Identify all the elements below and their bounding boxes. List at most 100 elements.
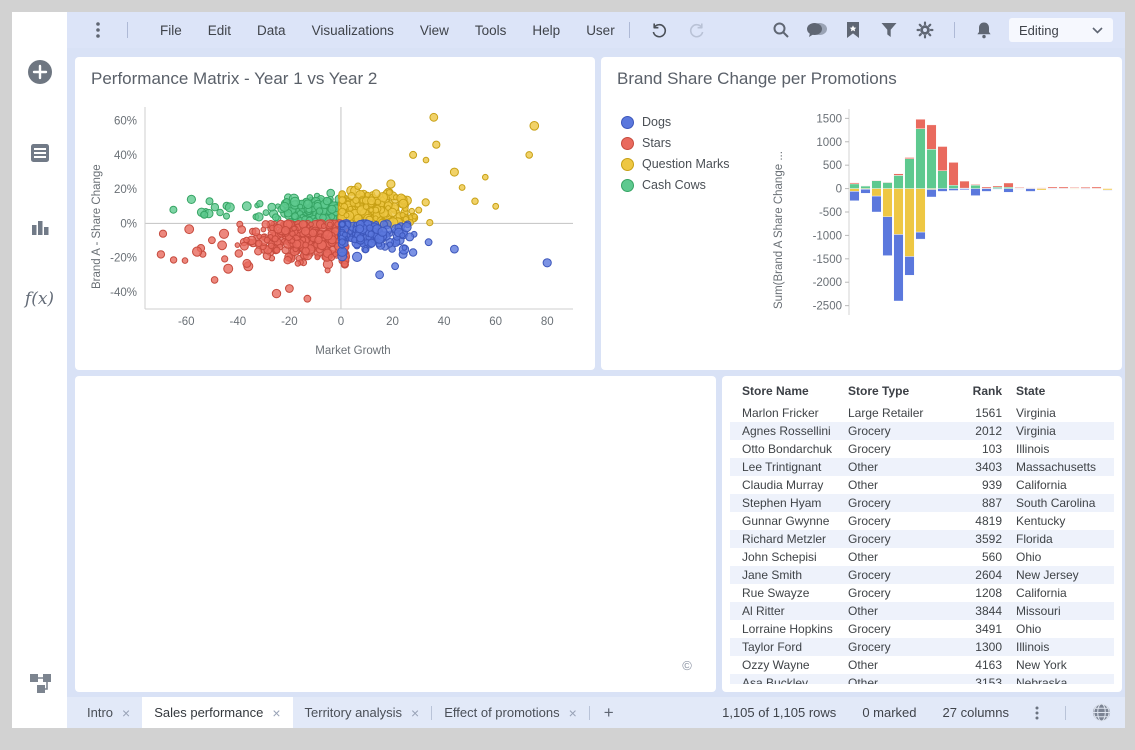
table-row[interactable]: Otto BondarchukGrocery103Illinois bbox=[730, 440, 1114, 458]
gear-icon[interactable] bbox=[910, 17, 940, 43]
cell-name: Jane Smith bbox=[730, 568, 848, 582]
cell-state: New Jersey bbox=[1002, 568, 1114, 582]
column-count: 27 columns bbox=[943, 705, 1009, 720]
tab-territory-analysis[interactable]: Territory analysis × bbox=[293, 697, 432, 728]
table-row[interactable]: John SchepisiOther560Ohio bbox=[730, 548, 1114, 566]
map-attribution-button[interactable]: © bbox=[674, 652, 700, 678]
data-canvas-icon[interactable] bbox=[12, 667, 67, 697]
bar-chart-plot[interactable]: 150010005000-500-1000-1500-2000-2500 bbox=[789, 101, 1119, 363]
svg-text:40%: 40% bbox=[114, 150, 137, 162]
tab-close-icon[interactable]: × bbox=[569, 706, 577, 720]
table-row[interactable]: Marlon FrickerLarge Retailer1561Virginia bbox=[730, 404, 1114, 422]
tab-intro[interactable]: Intro× bbox=[75, 697, 142, 728]
tab-close-icon[interactable]: × bbox=[411, 706, 419, 720]
col-rank[interactable]: Rank bbox=[950, 384, 1002, 402]
table-row[interactable]: Gunnar GwynneGrocery4819Kentucky bbox=[730, 512, 1114, 530]
add-page-button[interactable]: + bbox=[590, 697, 628, 728]
cell-rank: 4163 bbox=[950, 658, 1002, 672]
comments-icon[interactable] bbox=[802, 17, 832, 43]
legend-item-stars[interactable]: Stars bbox=[621, 136, 730, 150]
status-kebab-icon[interactable] bbox=[1035, 706, 1039, 720]
scatter-series-question-marks bbox=[338, 113, 539, 227]
menu-item-visualizations[interactable]: Visualizations bbox=[312, 23, 394, 38]
table-row[interactable]: Stephen HyamGrocery887South Carolina bbox=[730, 494, 1114, 512]
map-panel: © bbox=[75, 376, 716, 692]
menu-item-data[interactable]: Data bbox=[257, 23, 286, 38]
scatter-plot[interactable]: 60%40%20%0%-20%-40%-60-40-20020406080 bbox=[81, 97, 587, 335]
cell-rank: 1300 bbox=[950, 640, 1002, 654]
tab-label: Territory analysis bbox=[305, 705, 403, 720]
svg-text:1500: 1500 bbox=[816, 113, 842, 125]
tab-close-icon[interactable]: × bbox=[272, 706, 280, 720]
table-row[interactable]: Agnes RosselliniGrocery2012Virginia bbox=[730, 422, 1114, 440]
notifications-bell-icon[interactable] bbox=[969, 17, 999, 43]
menu-item-tools[interactable]: Tools bbox=[475, 23, 507, 38]
filter-icon[interactable] bbox=[874, 17, 904, 43]
table-row[interactable]: Asa BuckleyOther3153Nebraska bbox=[730, 674, 1114, 684]
cell-name: Claudia Murray bbox=[730, 478, 848, 492]
svg-text:-2500: -2500 bbox=[813, 301, 842, 313]
data-table-icon[interactable] bbox=[12, 138, 67, 168]
svg-text:60%: 60% bbox=[114, 116, 137, 128]
table-row[interactable]: Al RitterOther3844Missouri bbox=[730, 602, 1114, 620]
redo-icon[interactable] bbox=[682, 17, 712, 43]
cell-rank: 1561 bbox=[950, 406, 1002, 420]
tab-effect-of-promotions[interactable]: Effect of promotions× bbox=[432, 697, 589, 728]
mode-label: Editing bbox=[1019, 23, 1059, 38]
divider bbox=[1065, 706, 1066, 720]
menu-item-view[interactable]: View bbox=[420, 23, 449, 38]
kebab-menu-icon[interactable] bbox=[83, 17, 113, 43]
map-visualization[interactable] bbox=[85, 386, 706, 682]
legend-item-question-marks[interactable]: Question Marks bbox=[621, 157, 730, 171]
cell-rank: 4819 bbox=[950, 514, 1002, 528]
legend-label: Dogs bbox=[642, 115, 671, 129]
table-row[interactable]: Richard MetzlerGrocery3592Florida bbox=[730, 530, 1114, 548]
undo-icon[interactable] bbox=[644, 17, 674, 43]
tab-close-icon[interactable]: × bbox=[122, 706, 130, 720]
legend-item-dogs[interactable]: Dogs bbox=[621, 115, 730, 129]
legend-color-dot bbox=[621, 179, 634, 192]
svg-text:-1000: -1000 bbox=[813, 230, 842, 242]
menu-item-file[interactable]: File bbox=[160, 23, 182, 38]
svg-text:60: 60 bbox=[489, 316, 502, 328]
bar-chart-icon[interactable] bbox=[12, 212, 67, 242]
tab-sales-performance[interactable]: Sales performance× bbox=[142, 697, 292, 728]
col-state[interactable]: State bbox=[1002, 384, 1114, 402]
table-row[interactable]: Taylor FordGrocery1300Illinois bbox=[730, 638, 1114, 656]
mode-selector[interactable]: Editing bbox=[1009, 18, 1113, 42]
table-row[interactable]: Rue SwayzeGrocery1208California bbox=[730, 584, 1114, 602]
cell-type: Grocery bbox=[848, 640, 950, 654]
cell-rank: 887 bbox=[950, 496, 1002, 510]
cell-name: Otto Bondarchuk bbox=[730, 442, 848, 456]
cell-name: Lorraine Hopkins bbox=[730, 622, 848, 636]
cell-name: Richard Metzler bbox=[730, 532, 848, 546]
legend-item-cash-cows[interactable]: Cash Cows bbox=[621, 178, 730, 192]
cell-rank: 2012 bbox=[950, 424, 1002, 438]
cell-state: Nebraska bbox=[1002, 676, 1114, 684]
table-row[interactable]: Jane SmithGrocery2604New Jersey bbox=[730, 566, 1114, 584]
functions-icon[interactable]: f(x) bbox=[12, 284, 67, 314]
cell-state: Virginia bbox=[1002, 406, 1114, 420]
table-row[interactable]: Lorraine HopkinsGrocery3491Ohio bbox=[730, 620, 1114, 638]
svg-text:500: 500 bbox=[823, 160, 842, 172]
bookmark-icon[interactable] bbox=[838, 17, 868, 43]
col-store-type[interactable]: Store Type bbox=[848, 384, 950, 402]
scatter-series-dogs bbox=[338, 220, 552, 279]
add-icon[interactable] bbox=[12, 57, 67, 87]
menu-item-user[interactable]: User bbox=[586, 23, 615, 38]
menu-item-edit[interactable]: Edit bbox=[208, 23, 231, 38]
menubar: File Edit Data Visualizations View Tools Help U… bbox=[67, 12, 1125, 48]
table-row[interactable]: Claudia MurrayOther939California bbox=[730, 476, 1114, 494]
svg-text:-20: -20 bbox=[281, 316, 298, 328]
table-row[interactable]: Lee TrintignantOther3403Massachusetts bbox=[730, 458, 1114, 476]
cell-rank: 2604 bbox=[950, 568, 1002, 582]
globe-icon[interactable] bbox=[1092, 703, 1111, 722]
col-store-name[interactable]: Store Name bbox=[730, 384, 848, 402]
menu-item-help[interactable]: Help bbox=[532, 23, 560, 38]
table-row[interactable]: Ozzy WayneOther4163New York bbox=[730, 656, 1114, 674]
svg-text:1000: 1000 bbox=[816, 137, 842, 149]
legend-color-dot bbox=[621, 137, 634, 150]
search-icon[interactable] bbox=[766, 17, 796, 43]
svg-text:0: 0 bbox=[836, 184, 842, 196]
legend-label: Question Marks bbox=[642, 157, 730, 171]
